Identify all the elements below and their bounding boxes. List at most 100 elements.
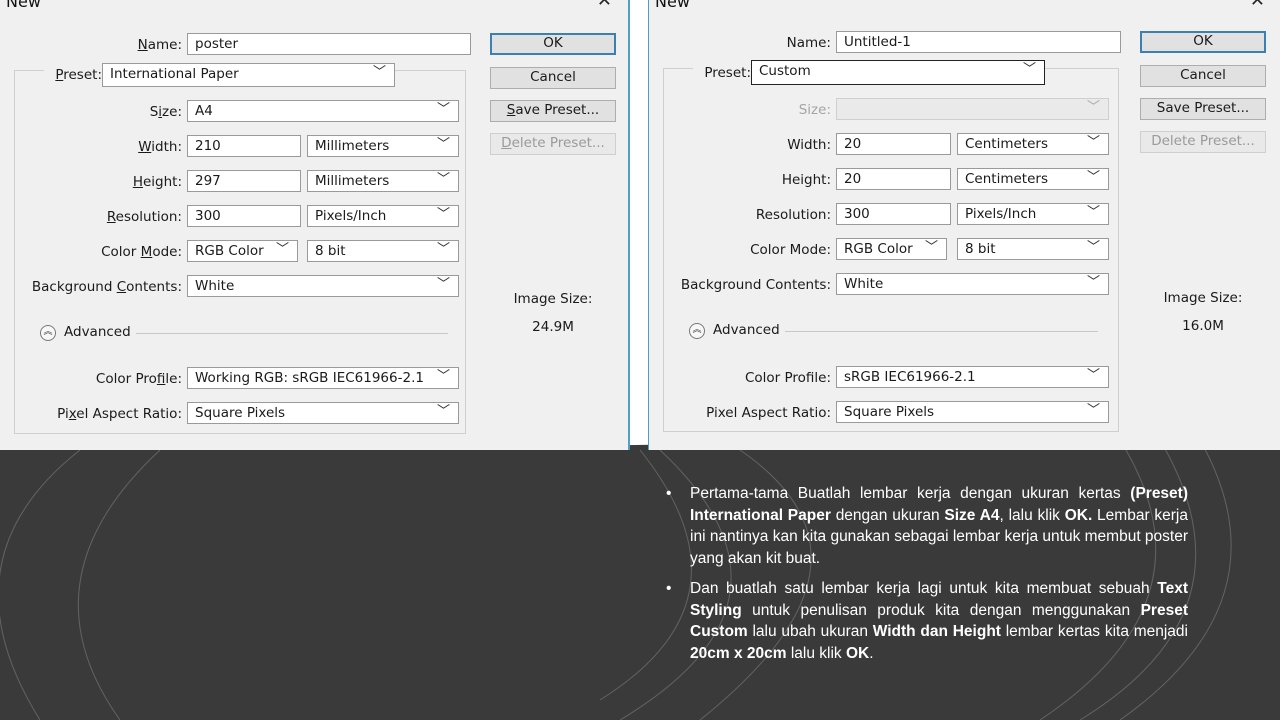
size-label: Size: [798,102,831,118]
size-select[interactable]: ﹀ [836,98,1109,120]
chevron-down-icon: ﹀ [436,207,450,222]
instruction-notes: • Pertama-tama Buatlah lembar kerja deng… [666,483,1188,673]
chevron-down-icon: ﹀ [1086,403,1100,418]
delete-preset-button[interactable]: Delete Preset... [490,133,616,155]
background-contents-select[interactable]: White ﹀ [836,273,1109,295]
color-mode-value: RGB Color [844,241,913,257]
width-unit-select[interactable]: Millimeters ﹀ [307,135,459,157]
resolution-input[interactable]: 300 [836,203,951,225]
dialog-titlebar: New ✕ [649,0,1280,11]
resolution-unit-select[interactable]: Pixels/Inch ﹀ [307,205,459,227]
height-input[interactable]: 20 [836,168,951,190]
color-mode-label: Color Mode: [101,244,182,260]
pixel-aspect-ratio-select[interactable]: Square Pixels ﹀ [836,401,1109,423]
note-text: Pertama-tama Buatlah lembar kerja dengan… [690,485,1131,502]
ok-button[interactable]: OK [1140,31,1266,53]
height-unit-select[interactable]: Centimeters ﹀ [957,168,1109,190]
width-input[interactable]: 20 [836,133,951,155]
resolution-unit-select[interactable]: Pixels/Inch ﹀ [957,203,1109,225]
background-contents-select[interactable]: White ﹀ [187,275,459,297]
chevron-down-icon: ﹀ [1086,135,1100,150]
chevron-down-icon: ﹀ [436,242,450,257]
note-text: , lalu klik [999,506,1065,524]
bit-depth-value: 8 bit [965,241,996,257]
advanced-divider [136,333,448,334]
collapse-up-icon[interactable]: ︽ [40,325,56,341]
name-input[interactable]: Untitled-1 [836,31,1121,53]
chevron-down-icon: ﹀ [372,65,386,80]
note-bold: Size A4 [944,506,1000,524]
width-unit-select[interactable]: Centimeters ﹀ [957,133,1109,155]
color-profile-select[interactable]: Working RGB: sRGB IEC61966-2.1 ﹀ [187,367,459,389]
bit-depth-select[interactable]: 8 bit ﹀ [307,240,459,262]
note-text: lalu klik [786,644,846,662]
preset-select[interactable]: Custom ﹀ [751,60,1045,85]
preset-select[interactable]: International Paper ﹀ [102,63,395,87]
height-label: Height: [781,172,831,188]
delete-preset-button[interactable]: Delete Preset... [1140,131,1266,153]
color-mode-label: Color Mode: [750,242,831,258]
height-unit-select[interactable]: Millimeters ﹀ [307,170,459,192]
color-mode-select[interactable]: RGB Color ﹀ [187,240,298,262]
preset-label: Preset: [693,65,751,81]
resolution-input[interactable]: 300 [187,205,301,227]
name-label: Name: [137,37,182,53]
height-unit-value: Centimeters [965,171,1048,187]
width-label: Width: [138,139,182,155]
chevron-down-icon: ﹀ [436,369,450,384]
note-text: . [869,644,874,662]
image-size-value: 24.9M [532,319,574,335]
collapse-up-icon[interactable]: ︽ [689,323,705,339]
chevron-down-icon: ﹀ [1086,240,1100,255]
chevron-down-icon: ﹀ [1022,62,1036,77]
height-label: Height: [132,174,182,190]
color-mode-select[interactable]: RGB Color ﹀ [836,238,947,260]
note-text: lalu ubah ukuran [747,623,873,640]
color-profile-select[interactable]: sRGB IEC61966-2.1 ﹀ [836,366,1109,388]
note-text: Dan buatlah satu lembar kerja lagi untuk… [690,580,1158,597]
cancel-button[interactable]: Cancel [1140,65,1266,87]
cancel-button[interactable]: Cancel [490,67,616,89]
dialog-title: New [6,0,41,11]
background-contents-value: White [844,276,884,292]
bit-depth-select[interactable]: 8 bit ﹀ [957,238,1109,260]
color-profile-value: Working RGB: sRGB IEC61966-2.1 [195,370,424,386]
pixel-aspect-ratio-value: Square Pixels [195,405,286,421]
bit-depth-value: 8 bit [315,243,346,259]
resolution-label: Resolution: [106,209,182,225]
pixel-aspect-ratio-select[interactable]: Square Pixels ﹀ [187,402,459,424]
note-bold: OK [845,644,870,662]
save-preset-button[interactable]: Save Preset... [490,100,616,122]
slide: New ✕ Name: poster Preset: International… [0,0,1280,720]
chevron-down-icon: ﹀ [436,137,450,152]
color-profile-label: Color Profile: [744,370,831,386]
note-text: untuk penulisan produk kita dengan mengg… [741,601,1141,619]
close-icon[interactable]: ✕ [597,0,612,11]
ok-button[interactable]: OK [490,33,616,55]
background-contents-label: Background Contents: [680,277,831,293]
bullet-item-1: • Pertama-tama Buatlah lembar kerja deng… [666,483,1188,569]
close-icon[interactable]: ✕ [1250,0,1265,11]
name-label: Name: [786,35,831,51]
name-input[interactable]: poster [187,33,471,55]
note-text: lembar kertas kita menjadi [1000,623,1188,640]
preset-value: International Paper [110,66,239,82]
size-value: A4 [195,103,213,119]
chevron-down-icon: ﹀ [924,240,938,255]
save-preset-button[interactable]: Save Preset... [1140,98,1266,120]
chevron-down-icon: ﹀ [436,277,450,292]
size-select[interactable]: A4 ﹀ [187,100,459,122]
bullet-item-2: • Dan buatlah satu lembar kerja lagi unt… [666,578,1188,664]
bullet-icon: • [666,580,672,597]
new-document-dialog-2: New ✕ Name: Untitled-1 Preset: Custom ﹀ S… [648,0,1280,450]
chevron-down-icon: ﹀ [436,172,450,187]
image-size-value: 16.0M [1182,318,1224,334]
height-input[interactable]: 297 [187,170,301,192]
resolution-unit-value: Pixels/Inch [965,206,1037,222]
size-label: Size: [149,104,182,120]
resolution-unit-value: Pixels/Inch [315,208,387,224]
width-input[interactable]: 210 [187,135,301,157]
advanced-label: Advanced [713,322,780,338]
pixel-aspect-ratio-label: Pixel Aspect Ratio: [57,406,182,422]
dialog-titlebar: New ✕ [0,0,628,11]
